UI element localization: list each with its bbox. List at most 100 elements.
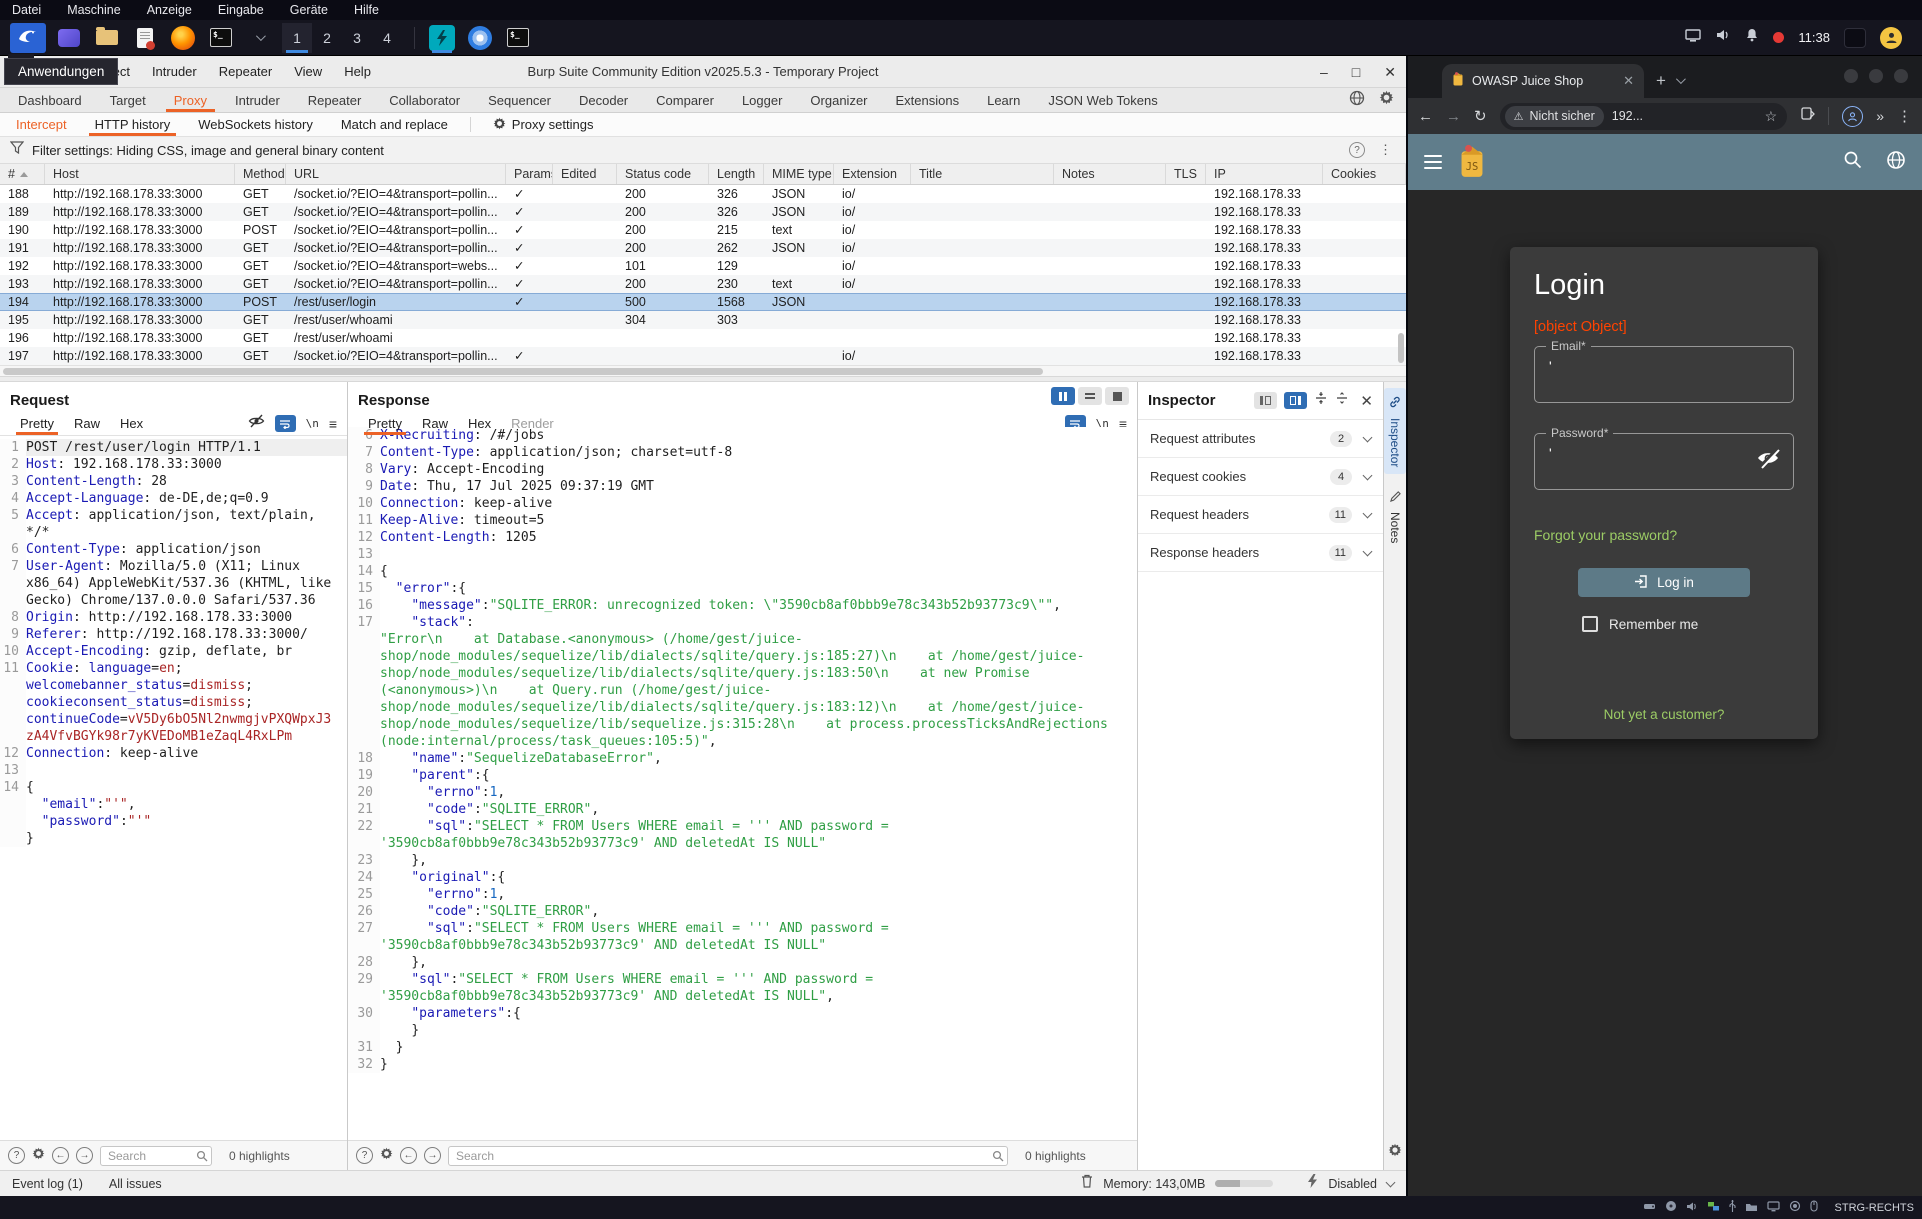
- vm-menu-anzeige[interactable]: Anzeige: [147, 3, 192, 17]
- vm-menu-eingabe[interactable]: Eingabe: [218, 3, 264, 17]
- inspector-close-icon[interactable]: ✕: [1360, 392, 1373, 410]
- prev-match-button[interactable]: ←: [52, 1147, 69, 1164]
- address-bar[interactable]: ⚠ Nicht sicher 192... ☆: [1500, 103, 1788, 130]
- column-header-host[interactable]: Host: [45, 164, 235, 184]
- sidenav-hamburger-icon[interactable]: [1424, 152, 1442, 172]
- bookmark-star-icon[interactable]: ☆: [1765, 108, 1778, 125]
- notifications-bell-icon[interactable]: [1745, 28, 1759, 47]
- help-icon[interactable]: ?: [8, 1147, 25, 1164]
- tab-http-history[interactable]: HTTP history: [81, 113, 185, 136]
- extension-icon[interactable]: [1800, 106, 1815, 126]
- tab-proxy[interactable]: Proxy: [160, 88, 221, 112]
- display-icon[interactable]: [1685, 29, 1701, 47]
- table-row-193[interactable]: 193http://192.168.178.33:3000GET/socket.…: [0, 275, 1406, 293]
- inspector-section-request-headers[interactable]: Request headers11: [1138, 496, 1383, 534]
- tab-target[interactable]: Target: [96, 88, 160, 112]
- response-editor[interactable]: 6X-Recruiting: /#/jobs7Content-Type: app…: [348, 427, 1137, 1140]
- remember-me-checkbox[interactable]: [1582, 616, 1598, 632]
- prev-match-button[interactable]: ←: [400, 1147, 417, 1164]
- expand-all-icon[interactable]: [1314, 391, 1328, 410]
- tab-hex[interactable]: Hex: [110, 412, 153, 435]
- back-button[interactable]: ←: [1418, 108, 1433, 125]
- column-header-edited[interactable]: Edited: [553, 164, 617, 184]
- table-row-196[interactable]: 196http://192.168.178.33:3000GET/rest/us…: [0, 329, 1406, 347]
- more-options-icon[interactable]: ⋮: [1379, 142, 1392, 158]
- vm-menu-datei[interactable]: Datei: [12, 3, 41, 17]
- show-password-eye-icon[interactable]: [1755, 447, 1781, 474]
- inspector-layout-right-button[interactable]: [1284, 392, 1307, 409]
- search-icon[interactable]: [1843, 150, 1862, 174]
- table-row-194[interactable]: 194http://192.168.178.33:3000POST/rest/u…: [0, 293, 1406, 311]
- security-chip[interactable]: ⚠ Nicht sicher: [1505, 106, 1604, 127]
- next-match-button[interactable]: →: [424, 1147, 441, 1164]
- browser-globe-icon[interactable]: [1349, 90, 1365, 111]
- language-globe-icon[interactable]: [1886, 150, 1906, 175]
- file-manager-launcher[interactable]: [54, 23, 84, 53]
- side-tab-inspector[interactable]: Inspector: [1384, 388, 1406, 474]
- volume-icon[interactable]: [1715, 28, 1731, 47]
- table-vertical-scrollbar[interactable]: [1398, 333, 1404, 363]
- next-match-button[interactable]: →: [76, 1147, 93, 1164]
- tab-pretty[interactable]: Pretty: [10, 412, 64, 435]
- workspace-4[interactable]: 4: [372, 23, 402, 53]
- tab-dashboard[interactable]: Dashboard: [4, 88, 96, 112]
- tab-extensions[interactable]: Extensions: [882, 88, 974, 112]
- layout-columns-button[interactable]: [1051, 387, 1075, 405]
- table-row-195[interactable]: 195http://192.168.178.33:3000GET/rest/us…: [0, 311, 1406, 329]
- tab-json-web-tokens[interactable]: JSON Web Tokens: [1034, 88, 1171, 112]
- column-header-ip[interactable]: IP: [1206, 164, 1323, 184]
- tab-hex[interactable]: Hex: [458, 412, 501, 435]
- taskbar-burp-button[interactable]: [427, 23, 457, 53]
- applications-button[interactable]: [10, 23, 46, 53]
- forgot-password-link[interactable]: Forgot your password?: [1534, 527, 1794, 543]
- column-header-length[interactable]: Length: [709, 164, 764, 184]
- garbage-collect-icon[interactable]: [1081, 1174, 1093, 1193]
- side-tab-notes[interactable]: Notes: [1384, 482, 1406, 550]
- word-wrap-toggle[interactable]: [275, 415, 296, 432]
- table-row-189[interactable]: 189http://192.168.178.33:3000GET/socket.…: [0, 203, 1406, 221]
- tab-close-icon[interactable]: ✕: [1623, 73, 1634, 89]
- tab-search-chevron-icon[interactable]: [1676, 74, 1686, 84]
- close-button[interactable]: ✕: [1384, 65, 1396, 79]
- reload-button[interactable]: ↻: [1474, 107, 1487, 125]
- inspector-layout-left-button[interactable]: [1254, 392, 1277, 409]
- table-horizontal-scrollbar[interactable]: [0, 365, 1406, 376]
- burp-menu-help[interactable]: Help: [344, 64, 371, 79]
- text-editor-launcher[interactable]: [130, 23, 160, 53]
- inspector-section-request-attributes[interactable]: Request attributes2: [1138, 420, 1383, 458]
- terminal-dropdown[interactable]: [244, 23, 274, 53]
- inspector-section-request-cookies[interactable]: Request cookies4: [1138, 458, 1383, 496]
- new-tab-button[interactable]: +: [1656, 71, 1666, 91]
- workspace-1[interactable]: 1: [282, 23, 312, 53]
- tab-pretty[interactable]: Pretty: [358, 412, 412, 435]
- search-settings-gear-icon[interactable]: [32, 1147, 45, 1165]
- column-header-title[interactable]: Title: [911, 164, 1054, 184]
- forward-button[interactable]: →: [1446, 108, 1461, 125]
- column-header-num[interactable]: #: [0, 164, 45, 184]
- tab-learn[interactable]: Learn: [973, 88, 1034, 112]
- eye-slash-icon[interactable]: [248, 414, 265, 433]
- table-row-192[interactable]: 192http://192.168.178.33:3000GET/socket.…: [0, 257, 1406, 275]
- burp-menu-intruder[interactable]: Intruder: [152, 64, 197, 79]
- filter-bar[interactable]: Filter settings: Hiding CSS, image and g…: [0, 137, 1406, 164]
- workspace-2[interactable]: 2: [312, 23, 342, 53]
- screen-record-icon[interactable]: [1773, 32, 1784, 43]
- tab-logger[interactable]: Logger: [728, 88, 796, 112]
- browser-menu-icon[interactable]: ⋮: [1897, 107, 1912, 125]
- tab-proxy-settings[interactable]: Proxy settings: [479, 113, 608, 136]
- not-yet-customer-link[interactable]: Not yet a customer?: [1510, 707, 1818, 722]
- all-issues-button[interactable]: All issues: [109, 1177, 162, 1191]
- maximize-button[interactable]: □: [1352, 65, 1360, 79]
- request-editor[interactable]: 1POST /rest/user/login HTTP/1.12Host: 19…: [0, 436, 347, 1140]
- tab-websockets-history[interactable]: WebSockets history: [184, 113, 327, 136]
- tab-render[interactable]: Render: [501, 412, 564, 435]
- tab-collaborator[interactable]: Collaborator: [375, 88, 474, 112]
- tab-intercept[interactable]: Intercept: [2, 113, 81, 136]
- terminal-launcher[interactable]: $_: [206, 23, 236, 53]
- column-header-mime-type[interactable]: MIME type: [764, 164, 834, 184]
- newline-toggle-icon[interactable]: \n: [306, 417, 319, 430]
- taskbar-chromium-button[interactable]: [465, 23, 495, 53]
- tab-decoder[interactable]: Decoder: [565, 88, 642, 112]
- table-row-191[interactable]: 191http://192.168.178.33:3000GET/socket.…: [0, 239, 1406, 257]
- help-icon[interactable]: ?: [356, 1147, 373, 1164]
